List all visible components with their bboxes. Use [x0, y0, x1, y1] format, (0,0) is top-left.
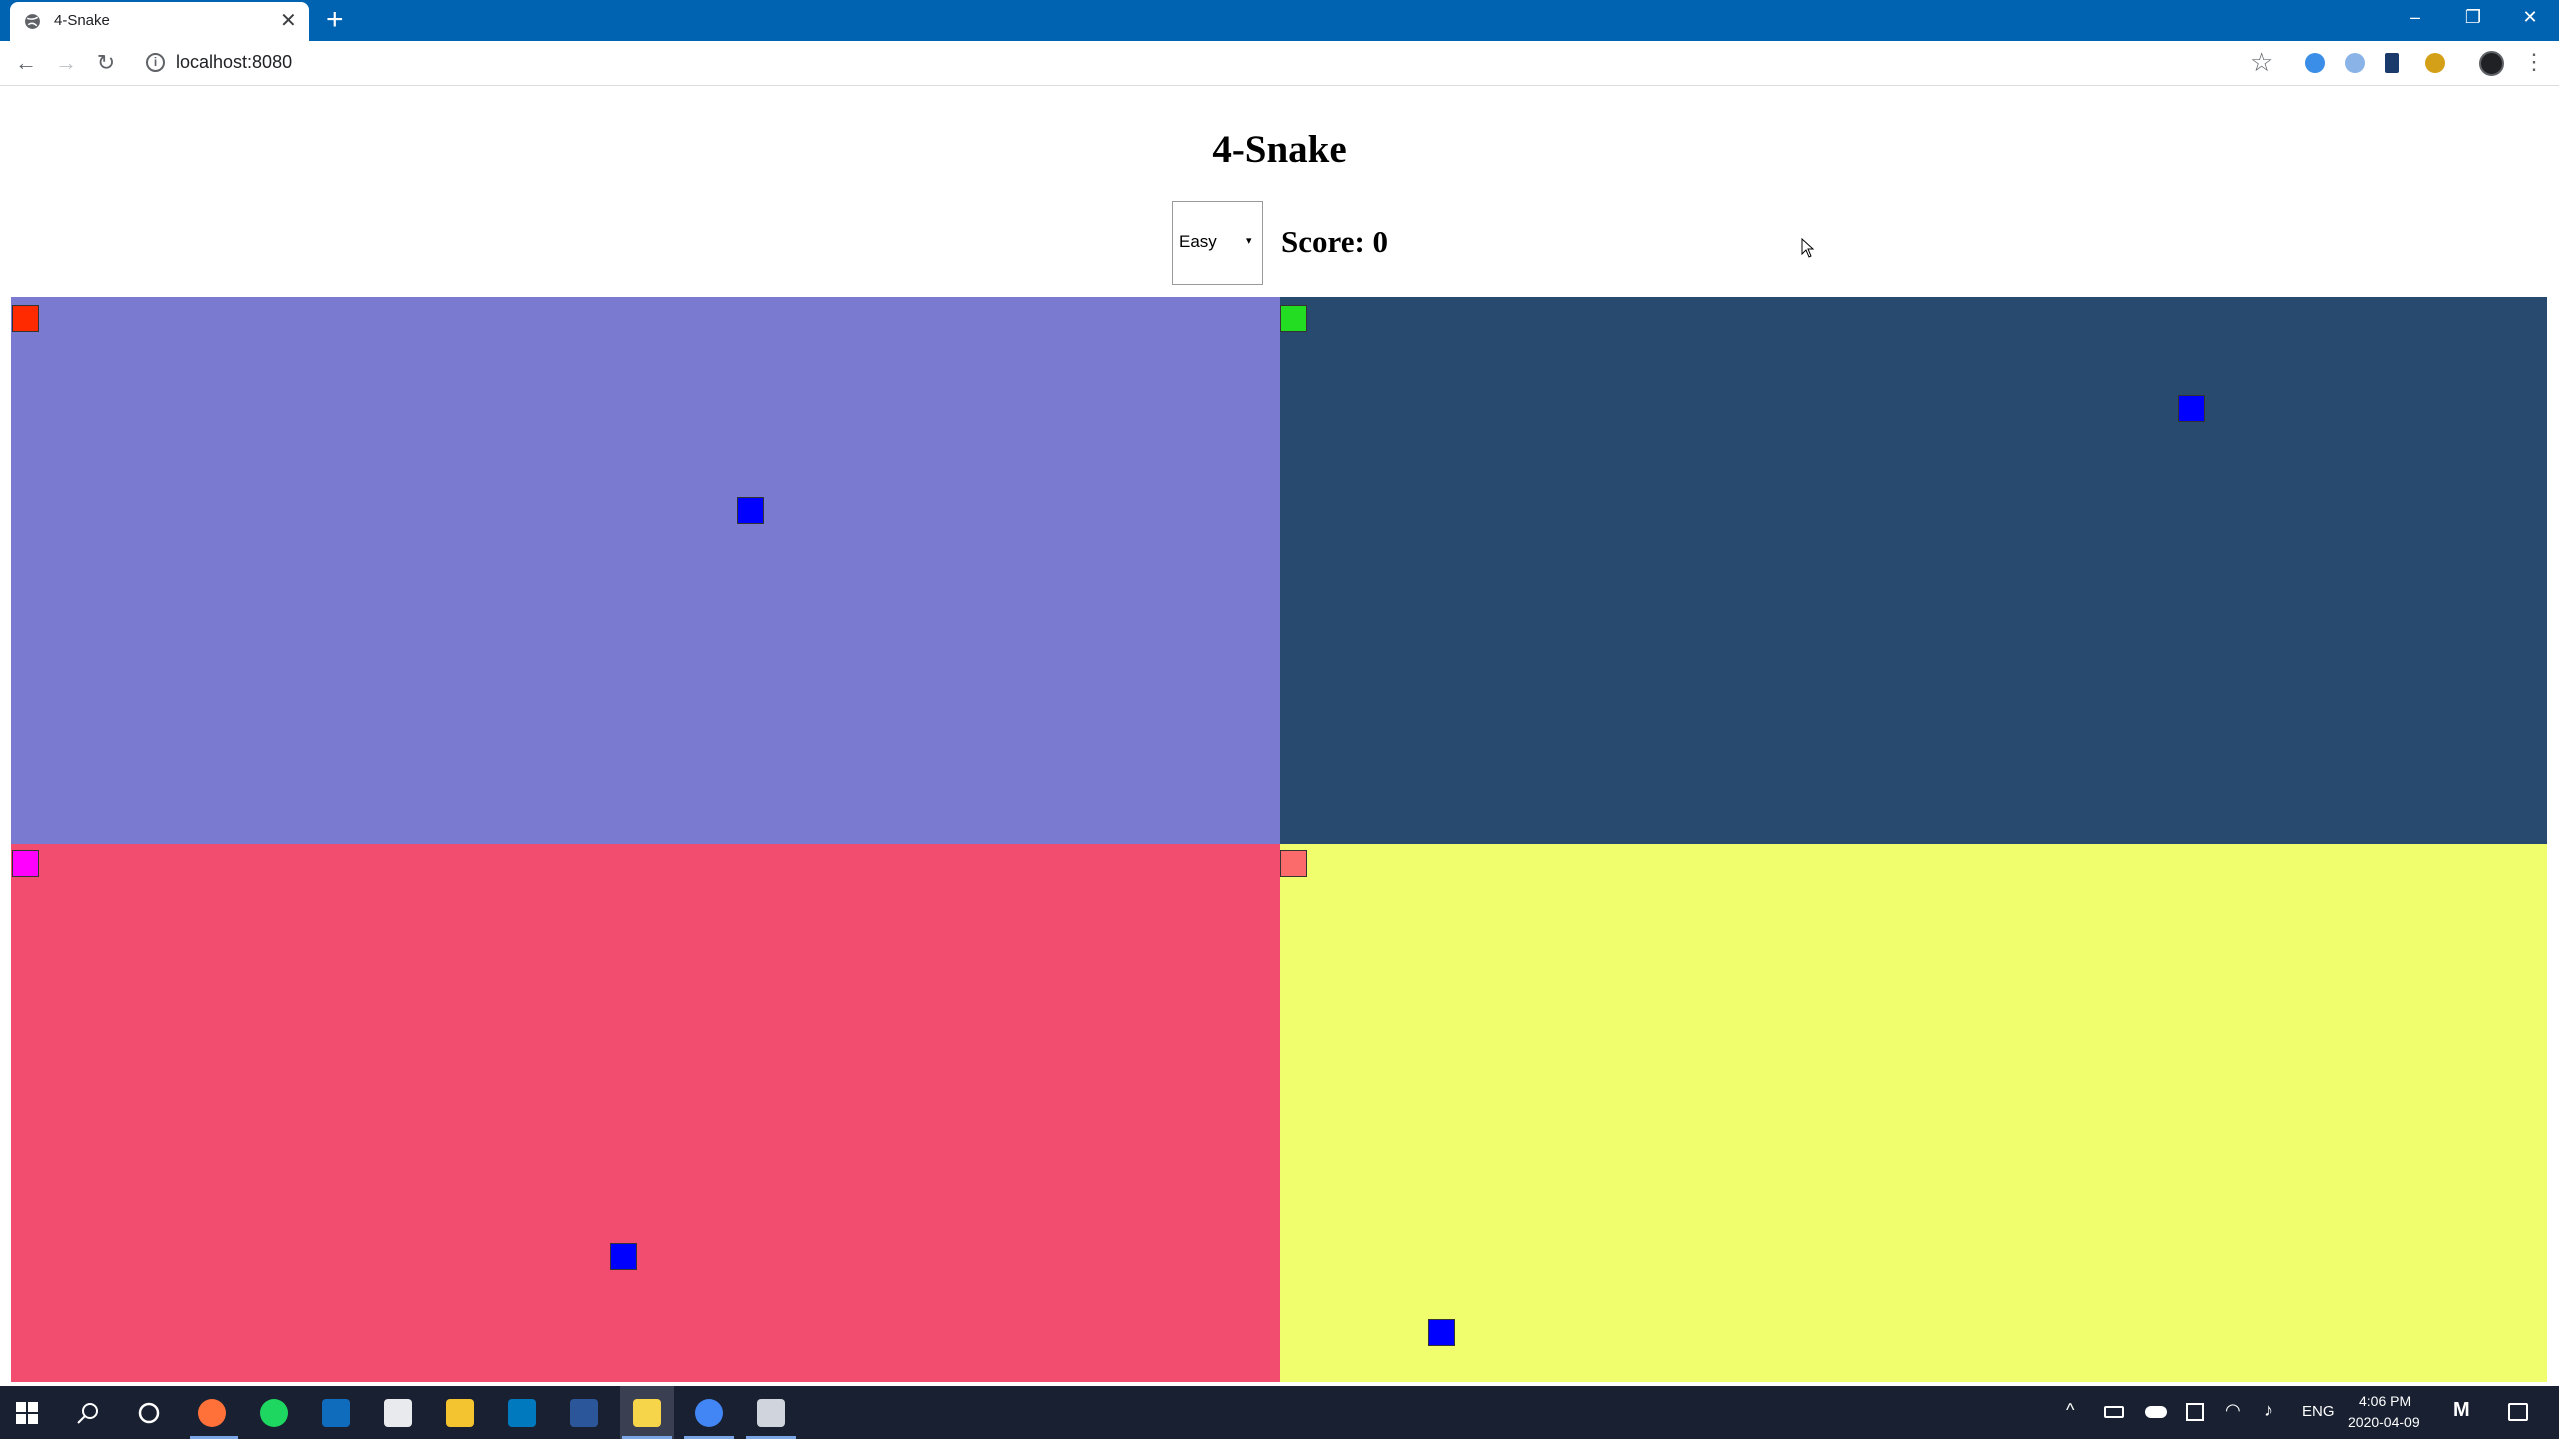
sticky-notes-icon[interactable]	[633, 1399, 661, 1427]
browser-toolbar: ← → ↻ i localhost:8080 ☆ ⋮	[0, 41, 2559, 86]
extension-icon-3[interactable]	[2385, 53, 2399, 73]
reload-icon[interactable]: ↻	[93, 50, 119, 76]
wifi-icon[interactable]: ◠	[2225, 1400, 2241, 1421]
tray-chevron-icon[interactable]: ^	[2066, 1400, 2074, 1421]
outlook-icon[interactable]	[322, 1399, 350, 1427]
chrome-icon[interactable]	[695, 1399, 723, 1427]
notifications-icon[interactable]	[2508, 1403, 2528, 1421]
forward-icon[interactable]: →	[53, 50, 79, 76]
firefox-icon[interactable]	[198, 1399, 226, 1427]
browser-menu-icon[interactable]: ⋮	[2523, 49, 2545, 75]
snake-head	[1280, 850, 1307, 877]
browser-tab[interactable]: 4-Snake ✕	[10, 2, 309, 41]
search-icon[interactable]	[76, 1401, 100, 1425]
extension-icon-4[interactable]	[2425, 53, 2445, 73]
tab-title: 4-Snake	[54, 12, 110, 29]
store-icon[interactable]	[384, 1399, 412, 1427]
cortana-icon[interactable]	[137, 1401, 161, 1425]
restore-button[interactable]: ❐	[2451, 4, 2495, 30]
board-bottom-left[interactable]	[11, 844, 1280, 1382]
os-taskbar: ^ ◠ ♪ ENG 4:06 PM 2020-04-09 M	[0, 1386, 2559, 1439]
page-content: 4-Snake Easy ▾ Score: 0	[0, 87, 2559, 1386]
food-pellet	[2178, 395, 2205, 422]
address-bar[interactable]: localhost:8080	[176, 52, 292, 73]
mouse-cursor-icon	[1801, 238, 1815, 258]
clock-time[interactable]: 4:06 PM	[2359, 1393, 2411, 1409]
extension-icon-1[interactable]	[2305, 53, 2325, 73]
trello-icon[interactable]	[508, 1399, 536, 1427]
globe-icon	[25, 14, 40, 29]
file-explorer-icon[interactable]	[446, 1399, 474, 1427]
board-bottom-right[interactable]	[1280, 844, 2547, 1382]
difficulty-select[interactable]: Easy ▾	[1172, 201, 1263, 285]
language-indicator[interactable]: ENG	[2302, 1403, 2335, 1420]
dropdown-arrow-icon: ▾	[1246, 235, 1252, 247]
terminal-icon[interactable]	[757, 1399, 785, 1427]
extension-icon-2[interactable]	[2345, 53, 2365, 73]
snake-head	[12, 305, 39, 332]
windows-start-icon[interactable]	[16, 1402, 38, 1424]
onedrive-icon[interactable]	[2145, 1406, 2167, 1418]
volume-icon[interactable]: ♪	[2264, 1400, 2273, 1421]
food-pellet	[610, 1243, 637, 1270]
board-top-left[interactable]	[11, 297, 1280, 844]
food-pellet	[1428, 1319, 1455, 1346]
difficulty-selected-value: Easy	[1179, 232, 1217, 251]
window-close-button[interactable]: ✕	[2508, 4, 2552, 30]
new-tab-button[interactable]: +	[326, 4, 344, 36]
snake-head	[12, 850, 39, 877]
app-tray-icon[interactable]: M	[2453, 1399, 2470, 1422]
browser-tab-bar: 4-Snake ✕ + – ❐ ✕	[0, 0, 2559, 41]
word-icon[interactable]	[570, 1399, 598, 1427]
back-icon[interactable]: ←	[13, 50, 39, 76]
page-title: 4-Snake	[1212, 128, 1347, 171]
profile-avatar[interactable]	[2479, 51, 2504, 76]
site-info-icon[interactable]: i	[146, 53, 165, 72]
spotify-icon[interactable]	[260, 1399, 288, 1427]
snake-head	[1280, 305, 1307, 332]
battery-icon[interactable]	[2104, 1406, 2124, 1418]
bookmark-star-icon[interactable]: ☆	[2250, 47, 2273, 78]
score-display: Score: 0	[1281, 224, 1389, 259]
clock-date[interactable]: 2020-04-09	[2348, 1414, 2420, 1430]
meet-now-icon[interactable]	[2186, 1403, 2204, 1421]
minimize-button[interactable]: –	[2393, 4, 2437, 30]
food-pellet	[737, 497, 764, 524]
board-top-right[interactable]	[1280, 297, 2547, 844]
tab-close-icon[interactable]: ✕	[280, 9, 297, 33]
